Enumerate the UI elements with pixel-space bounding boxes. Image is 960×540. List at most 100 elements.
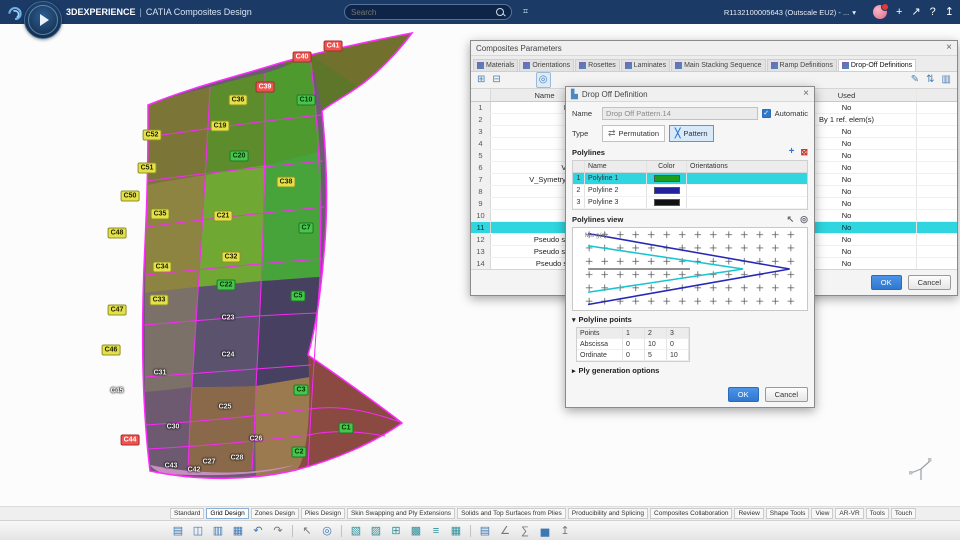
3d-compass[interactable] <box>24 1 62 39</box>
ply-label-c36[interactable]: C36 <box>228 94 248 106</box>
edit-table-icon[interactable]: ✎ <box>911 73 919 87</box>
axis-triad-icon[interactable] <box>908 456 934 482</box>
collapse-icon[interactable]: ▾ <box>572 316 576 324</box>
tab-drop-off-definitions[interactable]: Drop-Off Definitions <box>837 59 917 71</box>
points-cell[interactable]: 10 <box>645 339 667 350</box>
ply-label-c40[interactable]: C40 <box>292 51 312 63</box>
tab-ramp-definitions[interactable]: Ramp Definitions <box>766 59 837 71</box>
surface-icon[interactable]: ▧ <box>348 523 364 539</box>
ply-label-c38[interactable]: C38 <box>276 176 296 188</box>
ply-generation-header[interactable]: ▸ Ply generation options <box>572 366 808 375</box>
pick-point-icon[interactable]: ↖ <box>787 214 795 224</box>
ply-label-c43[interactable]: C43 <box>163 462 180 471</box>
ply-label-c10[interactable]: C10 <box>296 94 316 106</box>
ply-label-c48[interactable]: C48 <box>107 227 127 239</box>
ply-label-c22[interactable]: C22 <box>216 279 236 291</box>
ply-label-c35[interactable]: C35 <box>150 208 170 220</box>
dialog-titlebar[interactable]: Composites Parameters × <box>471 41 957 56</box>
select-cursor-icon[interactable]: ↖ <box>299 523 315 539</box>
app-tab-skin-swapping-and-ply-extensions[interactable]: Skin Swapping and Ply Extensions <box>346 508 456 519</box>
plies-table-icon[interactable]: ▤ <box>477 523 493 539</box>
chart-icon[interactable]: ▅ <box>537 523 553 539</box>
tags-icon[interactable]: ⌗ <box>523 6 528 17</box>
ply-label-c32[interactable]: C32 <box>221 251 241 263</box>
tab-orientations[interactable]: Orientations <box>519 59 575 71</box>
polyline-row-polyline-2[interactable]: 2 Polyline 2 <box>573 185 807 197</box>
ok-button[interactable]: OK <box>870 275 902 290</box>
ok-button[interactable]: OK <box>727 387 759 402</box>
app-tab-ar-vr[interactable]: AR-VR <box>835 508 864 519</box>
app-tab-plies-design[interactable]: Plies Design <box>300 508 345 519</box>
redo-icon[interactable]: ↷ <box>270 523 286 539</box>
export-icon[interactable]: ↥ <box>557 523 573 539</box>
column-options-icon[interactable]: ▥ <box>942 73 951 87</box>
ply-label-c45[interactable]: C45 <box>109 387 126 396</box>
pattern-button[interactable]: ╳ Pattern <box>668 125 714 142</box>
app-tab-solids-and-top-surfaces-from-plies[interactable]: Solids and Top Surfaces from Plies <box>457 508 566 519</box>
app-tab-grid-design[interactable]: Grid Design <box>206 508 249 519</box>
ply-label-c51[interactable]: C51 <box>137 162 157 174</box>
app-tab-tools[interactable]: Tools <box>865 508 889 519</box>
ply-label-c42[interactable]: C42 <box>186 466 203 475</box>
ply-label-c25[interactable]: C25 <box>217 403 234 412</box>
app-tab-view[interactable]: View <box>811 508 834 519</box>
search-input[interactable] <box>351 7 492 17</box>
ply-label-c21[interactable]: C21 <box>213 210 233 222</box>
zoom-icon[interactable]: ◎ <box>319 523 335 539</box>
automatic-checkbox[interactable]: ✓ <box>761 109 771 118</box>
tab-main-stacking-sequence[interactable]: Main Stacking Sequence <box>671 59 766 71</box>
undo-icon[interactable]: ↶ <box>250 523 266 539</box>
sweep-icon[interactable]: ▨ <box>368 523 384 539</box>
app-tab-standard[interactable]: Standard <box>170 508 205 519</box>
grid-panel-icon[interactable]: ⊞ <box>388 523 404 539</box>
polyline-points-table[interactable]: Points 1 2 3 Abscissa 0 10 0 Ordinate 0 5 10 <box>576 327 690 362</box>
ply-label-c27[interactable]: C27 <box>201 458 218 467</box>
paste-icon[interactable]: ▥ <box>210 523 226 539</box>
expand-icon[interactable]: ▸ <box>572 367 576 375</box>
points-cell[interactable]: Abscissa <box>577 339 623 350</box>
ply-label-c30[interactable]: C30 <box>165 423 182 432</box>
ply-label-c52[interactable]: C52 <box>142 129 162 141</box>
ply-label-c44[interactable]: C44 <box>120 434 140 446</box>
ply-label-c23[interactable]: C23 <box>220 314 237 323</box>
filter-definitions-icon[interactable]: ◎ <box>535 72 551 88</box>
ply-label-c50[interactable]: C50 <box>120 190 140 202</box>
ply-label-c47[interactable]: C47 <box>107 304 127 316</box>
ply-label-c41[interactable]: C41 <box>323 40 343 52</box>
app-tab-shape-tools[interactable]: Shape Tools <box>765 508 810 519</box>
add-icon[interactable]: + <box>896 0 902 24</box>
polyline-points-header[interactable]: ▾ Polyline points <box>572 315 808 324</box>
ply-label-c7[interactable]: C7 <box>298 222 314 234</box>
ply-label-c39[interactable]: C39 <box>255 81 275 93</box>
plies-icon[interactable]: ≡ <box>428 523 444 539</box>
tab-materials[interactable]: Materials <box>473 59 519 71</box>
cancel-button[interactable]: Cancel <box>907 275 951 290</box>
search-icon[interactable] <box>496 7 505 17</box>
add-polyline-icon[interactable]: + <box>789 147 795 157</box>
layup-icon[interactable]: ▩ <box>408 523 424 539</box>
help-icon[interactable]: ? <box>930 0 936 24</box>
stackup-icon[interactable]: ▦ <box>448 523 464 539</box>
name-field[interactable]: Drop Off Pattern.14 <box>602 107 758 120</box>
points-cell[interactable]: 0 <box>667 339 689 350</box>
cancel-button[interactable]: Cancel <box>764 387 808 402</box>
app-tab-producibility-and-splicing[interactable]: Producibility and Splicing <box>567 508 649 519</box>
composite-surface[interactable] <box>70 25 470 495</box>
user-avatar[interactable] <box>873 3 889 19</box>
ply-label-c1[interactable]: C1 <box>338 422 354 434</box>
search-bar[interactable] <box>344 4 512 20</box>
ply-label-c46[interactable]: C46 <box>101 344 121 356</box>
ply-label-c31[interactable]: C31 <box>152 369 169 378</box>
dialog-titlebar[interactable]: ▙ Drop Off Definition × <box>566 87 814 102</box>
tab-laminates[interactable]: Laminates <box>620 59 671 71</box>
ply-label-c26[interactable]: C26 <box>248 435 265 444</box>
points-cell[interactable]: 0 <box>623 350 645 361</box>
analysis-icon[interactable]: ∑ <box>517 523 533 539</box>
ply-label-c2[interactable]: C2 <box>291 446 307 458</box>
session-selector[interactable]: R1132100005643 (Outscale EU2) - ... ▾ <box>724 8 856 17</box>
remove-row-icon[interactable]: ⊟ <box>492 73 500 87</box>
ply-label-c19[interactable]: C19 <box>210 120 230 132</box>
points-cell[interactable]: Ordinate <box>577 350 623 361</box>
close-icon[interactable]: × <box>946 43 952 53</box>
sort-rows-icon[interactable]: ⇅ <box>926 73 934 87</box>
